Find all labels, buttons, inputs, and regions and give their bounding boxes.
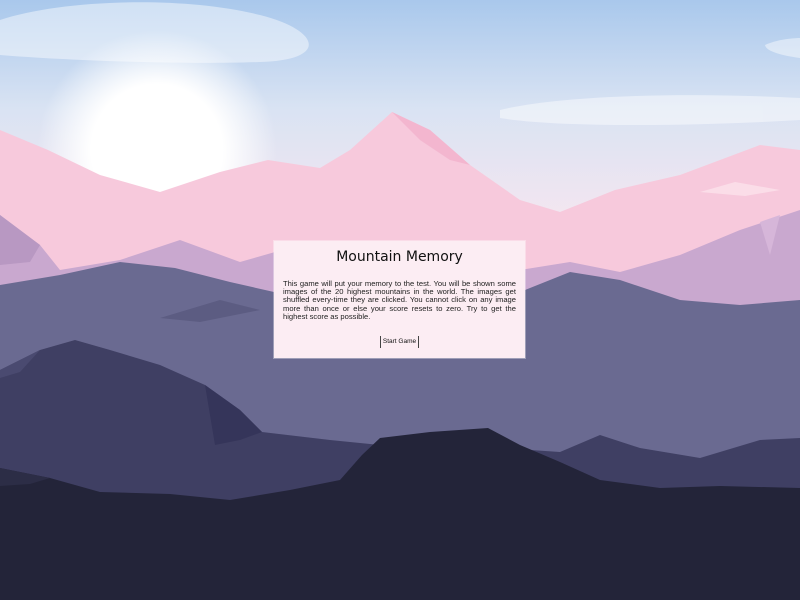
game-title: Mountain Memory xyxy=(336,249,463,265)
game-instructions: This game will put your memory to the te… xyxy=(283,279,516,321)
start-game-button[interactable]: Start Game xyxy=(379,336,420,349)
start-dialog: Mountain Memory This game will put your … xyxy=(274,241,525,358)
